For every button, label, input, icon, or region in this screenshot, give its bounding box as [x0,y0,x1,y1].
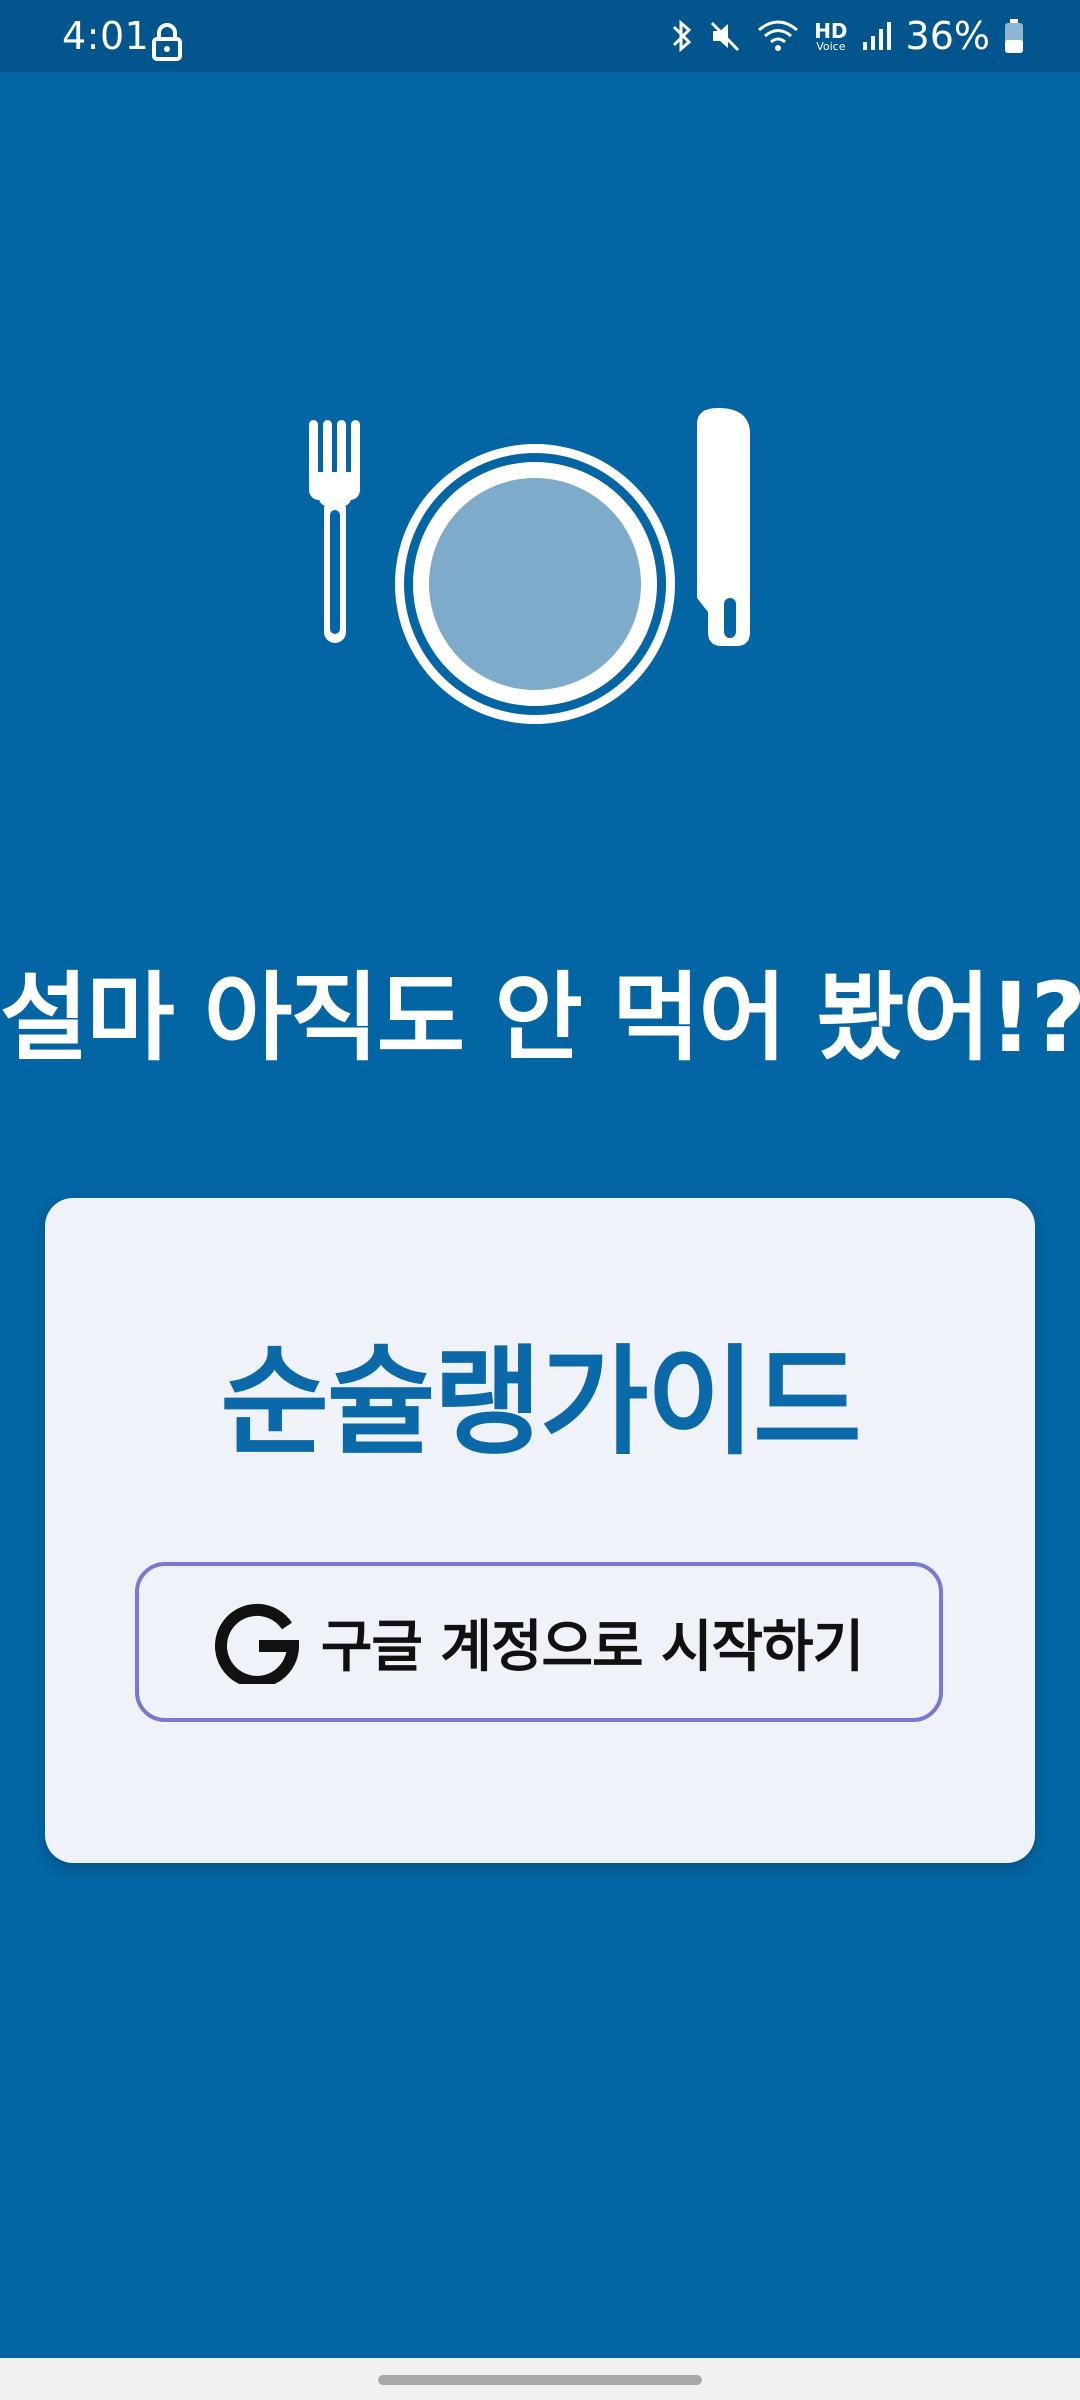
status-bar: 4:01 HD Voice 36% [0,0,1080,72]
signal-icon [862,22,891,50]
google-button-label: 구글 계정으로 시작하기 [320,1614,864,1680]
status-icons: HD Voice 36% [656,14,1024,58]
plate-icon [395,444,675,724]
fork-plate-knife-icon [309,408,750,724]
google-sign-in-button[interactable]: 구글 계정으로 시작하기 [135,1562,943,1722]
headline: 설마 아직도 안 먹어 봤어!? [0,962,1080,1074]
status-time: 4:01 [62,14,150,58]
login-card: 순슐랭가이드 구글 계정으로 시작하기 [45,1198,1035,1863]
app-title: 순슐랭가이드 [220,1333,861,1471]
battery-icon [1005,19,1023,53]
battery-percent: 36% [905,14,990,58]
fork-icon [309,420,360,643]
bluetooth-icon [673,19,692,53]
voice-label: Voice [816,39,846,53]
hd-label: HD [814,18,848,43]
knife-icon [697,408,750,646]
home-gesture-handle[interactable] [378,2375,702,2385]
mute-icon [711,21,740,52]
hd-voice-icon: HD Voice [814,21,847,52]
wifi-icon [758,20,799,51]
google-g-icon [214,1603,299,1684]
lock-icon [152,23,182,61]
navigation-bar [0,2358,1080,2400]
